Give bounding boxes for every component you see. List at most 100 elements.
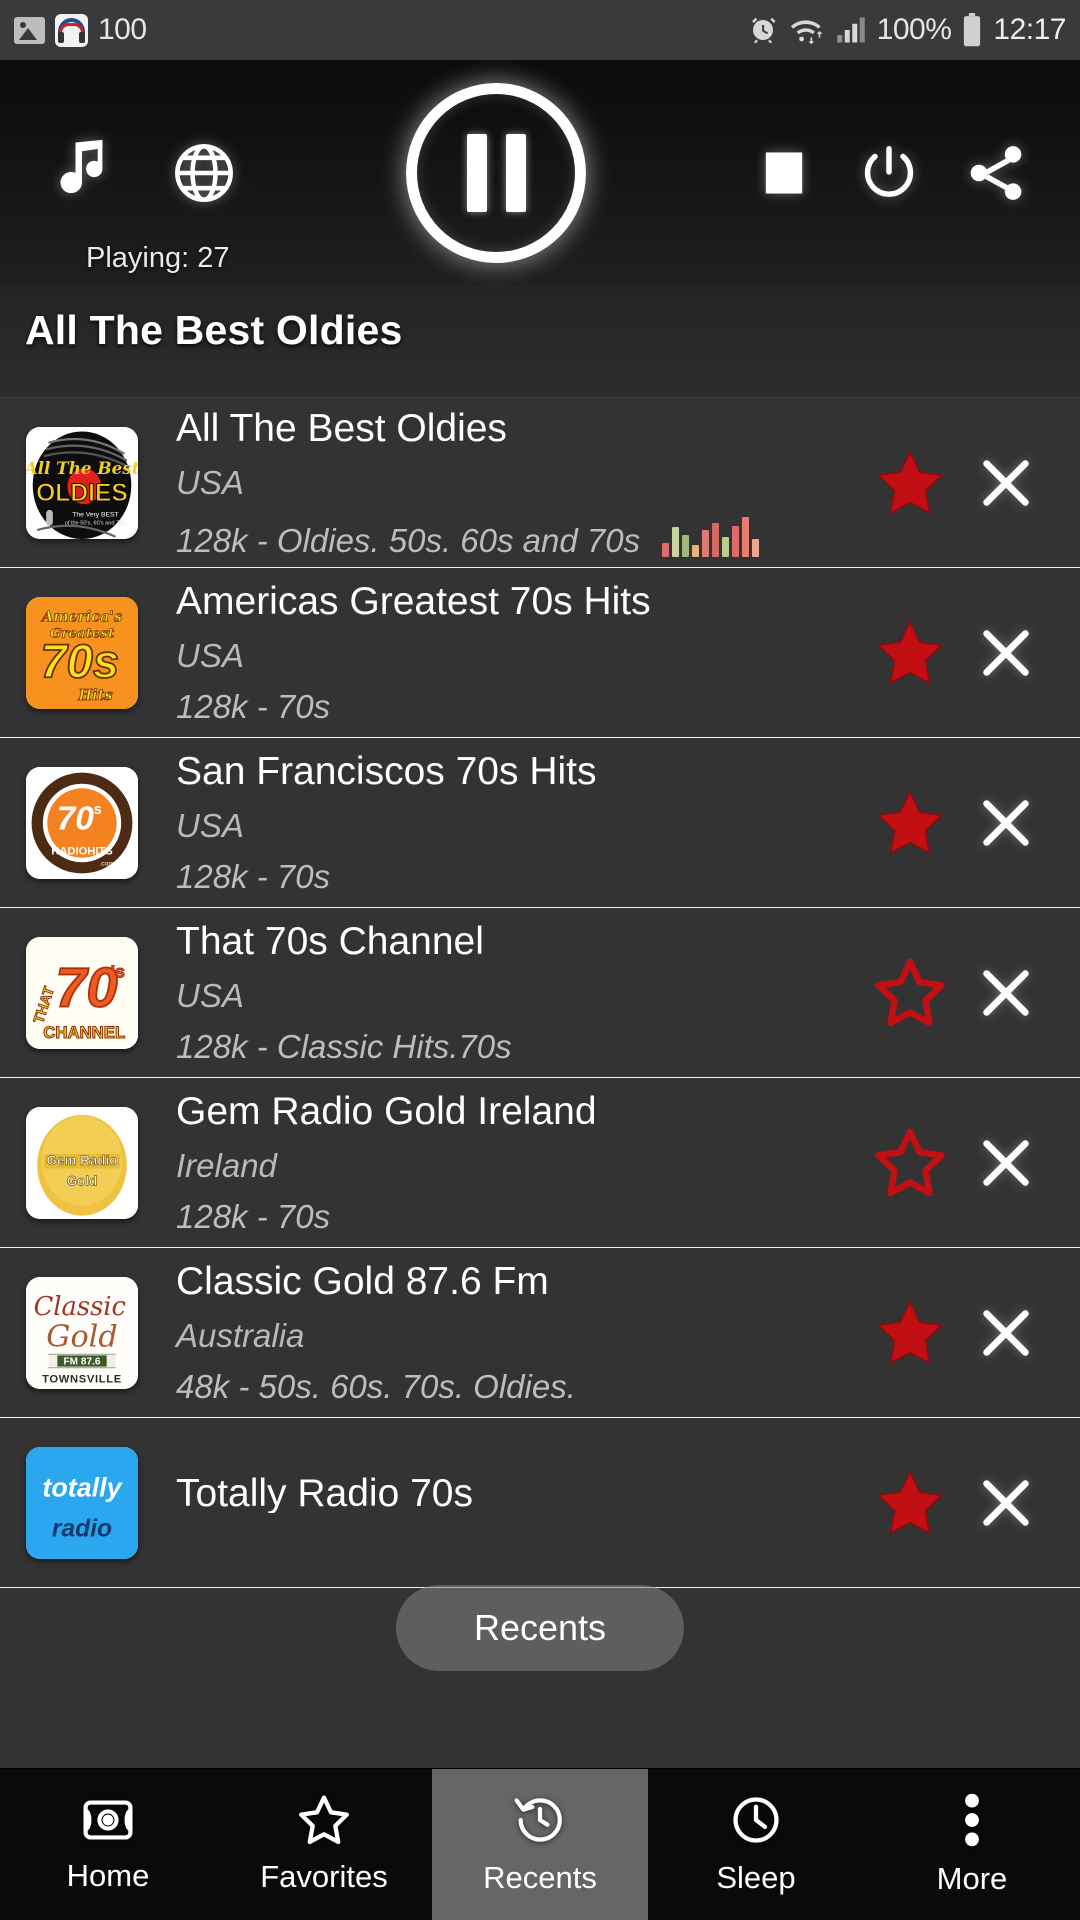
favorite-button[interactable] (862, 1297, 958, 1369)
station-country: Australia (176, 1317, 305, 1354)
station-meta: San Franciscos 70s Hits USA 128k - 70s (138, 752, 862, 893)
station-country: USA (176, 977, 244, 1014)
station-meta: That 70s Channel USA 128k - Classic Hits… (138, 922, 862, 1063)
station-country: USA (176, 463, 244, 501)
station-meta: All The Best Oldies USA 128k - Oldies. 5… (138, 409, 862, 557)
favorite-button[interactable] (862, 787, 958, 859)
station-list[interactable]: All The Best OLDIES The Very BEST of the… (0, 398, 1080, 1588)
remove-button[interactable] (958, 964, 1054, 1022)
table-row[interactable]: All The Best OLDIES The Very BEST of the… (0, 398, 1080, 568)
play-pause-button[interactable] (406, 82, 586, 263)
table-row[interactable]: Gem Radio Gold Gem Radio Gold Ireland Ir… (0, 1078, 1080, 1248)
now-playing-title: All The Best Oldies (25, 307, 403, 353)
close-icon (983, 459, 1029, 506)
share-icon (970, 145, 1022, 200)
equalizer-icon (662, 516, 760, 557)
svg-text:RADIOHITS: RADIOHITS (51, 845, 113, 857)
power-button[interactable] (858, 142, 920, 204)
station-country: Ireland (176, 1147, 277, 1184)
remove-button[interactable] (958, 624, 1054, 682)
nav-item-sleep[interactable]: Sleep (648, 1769, 864, 1920)
overflow-dots-icon (965, 1793, 979, 1847)
svg-text:CHANNEL: CHANNEL (43, 1022, 125, 1041)
svg-text:Gold: Gold (67, 1173, 98, 1188)
globe-icon[interactable] (172, 141, 236, 205)
nav-item-recents[interactable]: Recents (432, 1769, 648, 1920)
table-row[interactable]: 70 s RADIOHITS .com San Franciscos 70s H… (0, 738, 1080, 908)
favorite-star-icon (876, 1469, 944, 1534)
station-name: Classic Gold 87.6 Fm (176, 1262, 549, 1301)
remove-button[interactable] (958, 1304, 1054, 1362)
station-description: 128k - Oldies. 50s. 60s and 70s (176, 516, 862, 557)
music-note-icon[interactable] (52, 139, 114, 207)
station-country: USA (176, 807, 244, 844)
nonstop-music-app-icon (55, 13, 88, 47)
station-country: USA (176, 637, 244, 674)
station-description: 128k - 70s (176, 1198, 331, 1235)
close-icon (983, 1309, 1029, 1356)
favorite-star-outline-icon (875, 958, 945, 1026)
svg-text:s: s (94, 802, 102, 818)
station-name: That 70s Channel (176, 922, 484, 961)
station-logo: All The Best OLDIES The Very BEST of the… (26, 426, 138, 539)
station-name: Totally Radio 70s (176, 1474, 473, 1513)
table-row[interactable]: America's Greatest 70s Hits Americas Gre… (0, 568, 1080, 738)
favorite-button[interactable] (862, 957, 958, 1029)
remove-button[interactable] (958, 1134, 1054, 1192)
station-description: 128k - Classic Hits.70s (176, 1028, 512, 1065)
star-outline-icon (299, 1795, 349, 1845)
favorite-button[interactable] (862, 617, 958, 689)
svg-text:'s: 's (111, 961, 125, 981)
alarm-icon (751, 17, 776, 44)
battery-icon (964, 13, 981, 47)
svg-text:America's: America's (40, 608, 122, 625)
battery-percent: 100% (876, 13, 952, 46)
table-row[interactable]: THAT 70 's CHANNEL That 70s Channel USA … (0, 908, 1080, 1078)
share-button[interactable] (964, 141, 1028, 205)
pause-icon (466, 133, 526, 212)
favorite-star-icon (876, 449, 944, 514)
svg-text:70: 70 (57, 800, 95, 837)
close-icon (983, 969, 1029, 1016)
close-icon (983, 1139, 1029, 1186)
remove-button[interactable] (958, 1474, 1054, 1532)
station-meta: Classic Gold 87.6 Fm Australia 48k - 50s… (138, 1262, 862, 1403)
stop-button[interactable] (756, 145, 812, 201)
nav-label-home: Home (66, 1858, 150, 1893)
favorite-star-icon (876, 1299, 944, 1364)
nav-label-favorites: Favorites (260, 1859, 388, 1894)
svg-text:All The Best: All The Best (26, 458, 138, 478)
signal-icon (836, 17, 865, 43)
table-row[interactable]: Classic Gold FM 87.6 TOWNSVILLE Classic … (0, 1248, 1080, 1418)
nav-label-sleep: Sleep (716, 1860, 796, 1895)
notification-count: 100 (98, 13, 147, 46)
playing-count-label: Playing: 27 (86, 242, 230, 274)
svg-text:70s: 70s (41, 634, 119, 687)
nav-item-favorites[interactable]: Favorites (216, 1769, 432, 1920)
station-name: All The Best Oldies (176, 408, 507, 448)
status-bar-right: 100% 12:17 (748, 13, 1066, 47)
table-row[interactable]: totally radio Totally Radio 70s (0, 1418, 1080, 1588)
power-icon (864, 145, 914, 197)
remove-button[interactable] (958, 794, 1054, 852)
favorite-star-icon (876, 619, 944, 684)
radio-icon (83, 1800, 133, 1840)
favorite-button[interactable] (862, 1467, 958, 1539)
station-logo: 70 s RADIOHITS .com (26, 766, 138, 879)
now-playing-bar: All The Best Oldies (0, 285, 1080, 398)
nav-item-more[interactable]: More (864, 1769, 1080, 1920)
nav-item-home[interactable]: Home (0, 1769, 216, 1920)
favorite-button[interactable] (862, 1127, 958, 1199)
player-header: Playing: 27 (0, 60, 1080, 285)
bottom-navigation[interactable]: Home Favorites Recents Sleep More (0, 1768, 1080, 1920)
station-meta: Gem Radio Gold Ireland Ireland 128k - 70… (138, 1092, 862, 1233)
svg-text:Hits: Hits (77, 687, 112, 704)
station-name: Americas Greatest 70s Hits (176, 582, 651, 621)
station-description: 128k - 70s (176, 858, 331, 895)
history-clock-icon (514, 1798, 562, 1842)
svg-text:radio: radio (52, 1515, 112, 1542)
svg-text:TOWNSVILLE: TOWNSVILLE (42, 1373, 122, 1385)
wifi-icon (790, 20, 823, 45)
favorite-button[interactable] (862, 447, 958, 519)
remove-button[interactable] (958, 454, 1054, 512)
